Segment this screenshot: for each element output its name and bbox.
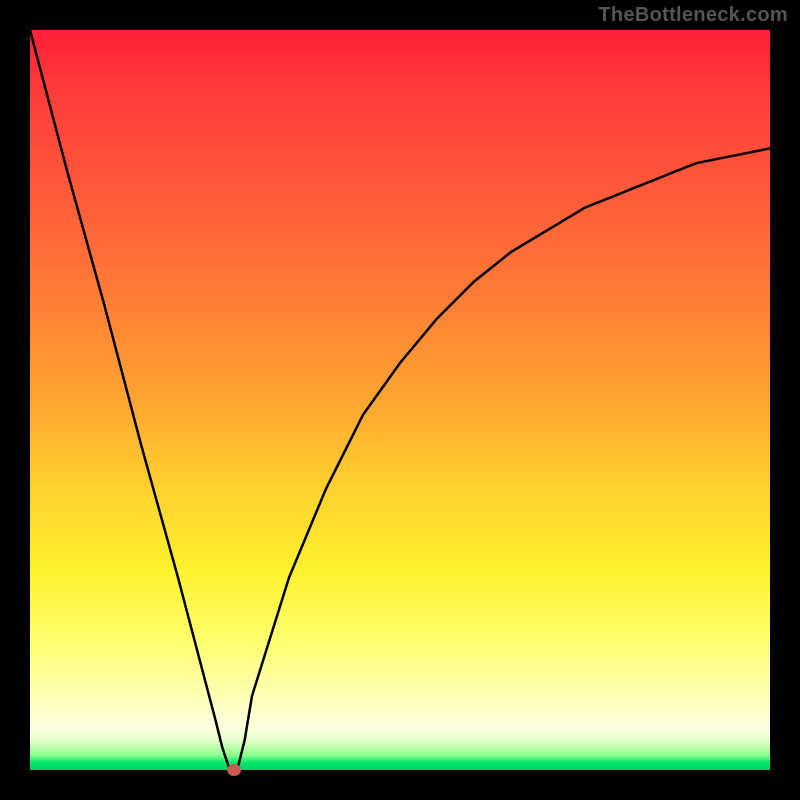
plot-area: [30, 30, 770, 770]
watermark-text: TheBottleneck.com: [598, 4, 788, 27]
bottleneck-curve: [30, 30, 770, 770]
minimum-marker-icon: [227, 764, 241, 776]
chart-frame: TheBottleneck.com: [0, 0, 800, 800]
